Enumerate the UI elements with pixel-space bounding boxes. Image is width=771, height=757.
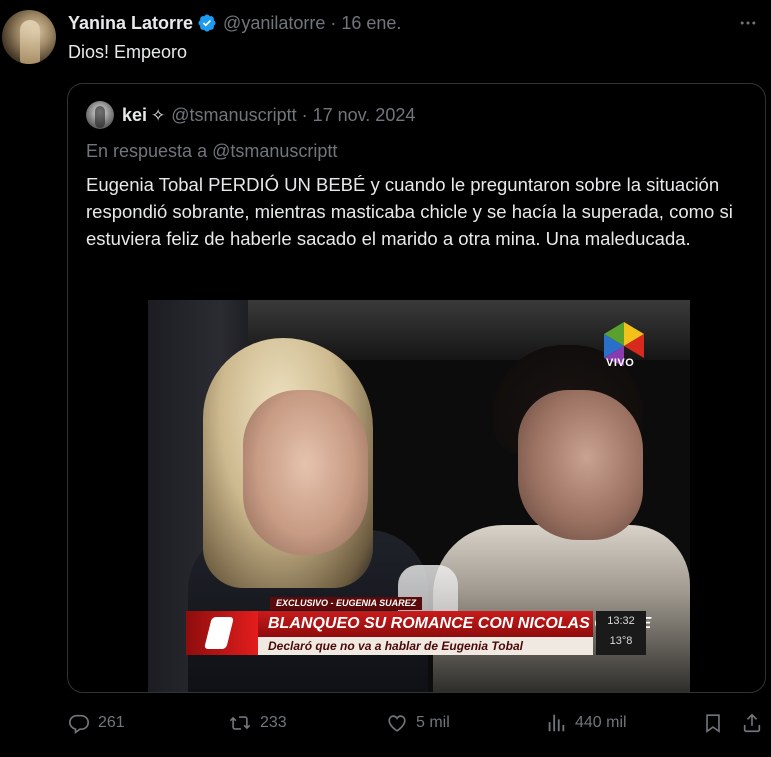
author-handle[interactable]: @yanilatorre <box>223 13 325 34</box>
reply-to-label: En respuesta a @tsmanuscriptt <box>86 141 338 161</box>
chyron-title: BLANQUEO SU ROMANCE CON NICOLAS CABRE <box>258 611 651 637</box>
more-options-button[interactable] <box>735 10 761 36</box>
reply-button[interactable]: 261 <box>68 712 125 734</box>
chyron-tag: EXCLUSIVO - EUGENIA SUAREZ <box>270 597 423 610</box>
views-button[interactable]: 440 mil <box>545 712 627 734</box>
quoted-tweet-card[interactable]: kei ✧ @tsmanuscriptt · 17 nov. 2024 En r… <box>67 83 766 693</box>
temperature: 13°8 <box>609 635 633 647</box>
like-button[interactable]: 5 mil <box>386 712 450 734</box>
bookmark-icon <box>706 714 720 733</box>
sparkle-icon: ✧ <box>151 105 166 125</box>
action-bar: 261 233 5 mil 440 mil <box>68 708 761 738</box>
share-icon <box>743 713 761 733</box>
quoted-tweet-text: Eugenia Tobal PERDIÓ UN BEBÉ y cuando le… <box>86 174 733 249</box>
author-avatar[interactable] <box>2 10 56 64</box>
repost-icon <box>229 716 251 730</box>
tweet-header: Yanina Latorre @yanilatorre · 16 ene. <box>68 12 731 34</box>
chyron-clock: 13:32 13°8 <box>596 611 646 655</box>
tweet: Yanina Latorre @yanilatorre · 16 ene. Di… <box>0 0 771 757</box>
header-separator: · <box>330 12 337 33</box>
chyron-subtitle: Declaró que no va a hablar de Eugenia To… <box>258 637 593 655</box>
news-chyron: EXCLUSIVO - EUGENIA SUAREZ BLANQUEO SU R… <box>178 597 678 659</box>
reply-icon <box>69 714 89 734</box>
clock-time: 13:32 <box>607 615 635 627</box>
like-count: 5 mil <box>416 714 450 731</box>
quoted-header-separator: · <box>301 105 308 125</box>
bookmark-button[interactable] <box>702 712 724 734</box>
live-badge: VIVO <box>606 357 635 369</box>
quoted-tweet-date[interactable]: 17 nov. 2024 <box>313 105 416 126</box>
more-options-icon <box>740 21 756 25</box>
quoted-author-avatar[interactable] <box>86 101 114 129</box>
tweet-text: Dios! Empeoro <box>68 42 188 62</box>
views-count: 440 mil <box>575 714 627 731</box>
views-icon <box>548 714 565 732</box>
share-button[interactable] <box>741 712 763 734</box>
repost-button[interactable]: 233 <box>228 712 287 734</box>
quoted-tweet-header: kei ✧ @tsmanuscriptt · 17 nov. 2024 <box>122 105 415 126</box>
reply-count: 261 <box>98 714 125 731</box>
verified-badge-icon <box>197 13 217 33</box>
quoted-author-handle[interactable]: @tsmanuscriptt <box>171 105 296 126</box>
repost-count: 233 <box>260 714 287 731</box>
quoted-author-display-name[interactable]: kei <box>122 105 147 126</box>
quoted-video-media[interactable]: VIVO EXCLUSIVO - EUGENIA SUAREZ BLANQUEO… <box>148 300 690 692</box>
author-display-name[interactable]: Yanina Latorre <box>68 13 193 34</box>
tweet-date[interactable]: 16 ene. <box>341 13 401 34</box>
like-icon <box>388 715 406 732</box>
